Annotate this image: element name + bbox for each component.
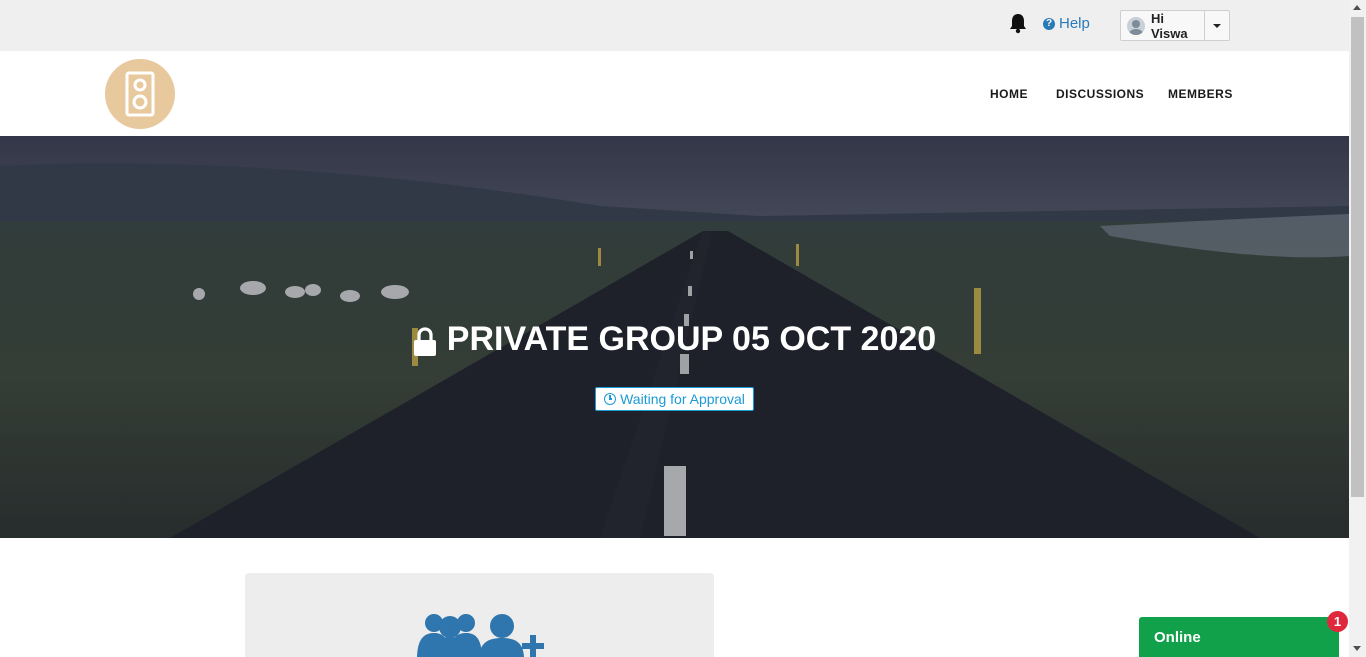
- scrollbar-thumb[interactable]: [1351, 17, 1364, 497]
- membership-status-button[interactable]: Waiting for Approval: [595, 387, 754, 411]
- question-circle-icon: ?: [1043, 17, 1055, 30]
- scroll-down-icon[interactable]: [1353, 646, 1361, 651]
- caret-down-icon: [1213, 23, 1221, 28]
- status-label: Waiting for Approval: [620, 391, 745, 407]
- help-label: Help: [1059, 15, 1090, 32]
- lock-icon: [413, 326, 436, 356]
- top-utility-bar: ? Help Hi Viswa: [0, 0, 1349, 51]
- user-menu-dropdown-toggle[interactable]: [1205, 11, 1229, 40]
- group-title-text: PRIVATE GROUP 05 OCT 2020: [446, 320, 937, 358]
- nav-members[interactable]: MEMBERS: [1168, 87, 1233, 101]
- chat-unread-badge: 1: [1327, 611, 1348, 632]
- chat-status-label: Online: [1154, 629, 1201, 646]
- main-navbar: HOME DISCUSSIONS MEMBERS: [0, 51, 1349, 136]
- user-menu[interactable]: Hi Viswa: [1120, 10, 1230, 41]
- group-add-icon: [417, 614, 544, 657]
- nav-home[interactable]: HOME: [990, 87, 1028, 101]
- bell-icon[interactable]: [1007, 12, 1029, 34]
- scroll-up-icon[interactable]: [1353, 5, 1361, 10]
- site-logo[interactable]: [105, 59, 175, 129]
- user-menu-button[interactable]: Hi Viswa: [1121, 10, 1205, 41]
- join-group-card: [245, 573, 714, 657]
- avatar-icon: [1127, 16, 1145, 35]
- help-link[interactable]: ? Help: [1043, 15, 1090, 32]
- group-title: PRIVATE GROUP 05 OCT 2020: [0, 320, 1349, 359]
- clock-icon: [604, 393, 617, 405]
- user-greeting: Hi Viswa: [1150, 10, 1188, 41]
- page-scrollbar[interactable]: [1349, 0, 1366, 657]
- speaker-icon: [125, 71, 155, 117]
- group-cover-banner: PRIVATE GROUP 05 OCT 2020 Waiting for Ap…: [0, 136, 1349, 538]
- live-chat-widget[interactable]: Online: [1139, 617, 1339, 657]
- nav-discussions[interactable]: DISCUSSIONS: [1056, 87, 1144, 101]
